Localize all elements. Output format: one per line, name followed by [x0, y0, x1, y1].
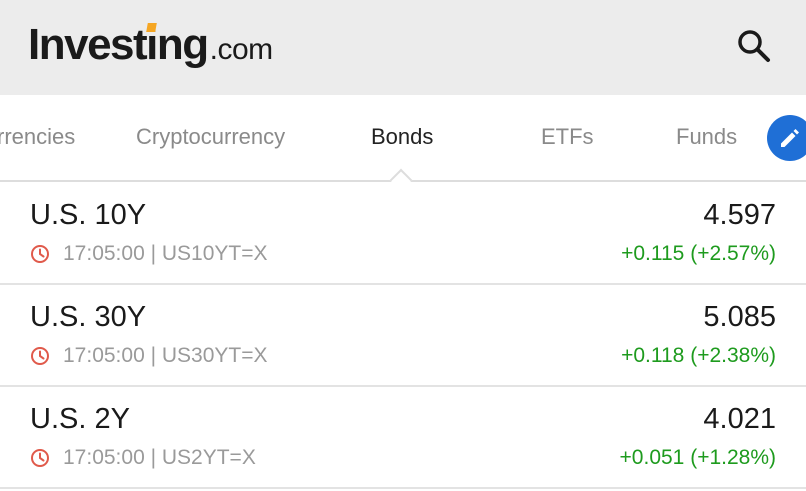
tab-cryptocurrency[interactable]: Cryptocurrency	[136, 124, 285, 150]
clock-icon	[31, 245, 49, 263]
quote-symbol: US2YT=X	[161, 446, 256, 469]
edit-tabs-button[interactable]	[767, 115, 806, 161]
instrument-name: U.S. 10Y	[30, 199, 147, 231]
clock-icon	[31, 449, 49, 467]
tab-funds[interactable]: Funds	[676, 124, 737, 150]
price-change: +0.115 (+2.57%)	[621, 242, 776, 265]
tab-etfs[interactable]: ETFs	[541, 124, 594, 150]
logo-suffix: .com	[209, 33, 274, 66]
quote-meta: 17:05:00 | US30YT=X	[30, 344, 268, 368]
logo-wordmark: Investing	[28, 20, 209, 69]
instrument-name: U.S. 2Y	[30, 403, 130, 435]
last-price: 4.021	[703, 403, 776, 435]
quote-time: 17:05:00	[63, 344, 145, 367]
clock-icon	[31, 347, 49, 365]
instrument-name: U.S. 30Y	[30, 301, 147, 333]
quote-meta: 17:05:00 | US2YT=X	[30, 446, 256, 470]
quote-symbol: US10YT=X	[161, 242, 268, 265]
search-button[interactable]	[734, 26, 774, 66]
quote-meta: 17:05:00 | US10YT=X	[30, 242, 268, 266]
category-tabs: rrencies Cryptocurrency Bonds ETFs Funds	[0, 95, 806, 182]
tab-bonds[interactable]: Bonds	[371, 124, 433, 150]
tab-currencies[interactable]: rrencies	[0, 124, 75, 150]
meta-separator: |	[144, 344, 162, 367]
meta-separator: |	[144, 446, 162, 469]
search-icon	[738, 30, 770, 62]
app-header: Investing .com	[0, 0, 806, 95]
last-price: 5.085	[703, 301, 776, 333]
bond-row-us2y[interactable]: U.S. 2Y 4.021 17:05:00 | US2YT=X +0.051 …	[0, 387, 806, 489]
price-change: +0.051 (+1.28%)	[619, 446, 776, 469]
last-price: 4.597	[703, 199, 776, 231]
pencil-icon	[781, 129, 799, 147]
price-change: +0.118 (+2.38%)	[621, 344, 776, 367]
quote-symbol: US30YT=X	[161, 344, 268, 367]
bond-row-us30y[interactable]: U.S. 30Y 5.085 17:05:00 | US30YT=X +0.11…	[0, 285, 806, 387]
logo-accent-mark	[146, 23, 157, 32]
bond-row-us10y[interactable]: U.S. 10Y 4.597 17:05:00 | US10YT=X +0.11…	[0, 183, 806, 285]
investing-logo[interactable]: Investing .com	[28, 20, 273, 70]
meta-separator: |	[144, 242, 162, 265]
quote-time: 17:05:00	[63, 242, 145, 265]
quote-time: 17:05:00	[63, 446, 145, 469]
